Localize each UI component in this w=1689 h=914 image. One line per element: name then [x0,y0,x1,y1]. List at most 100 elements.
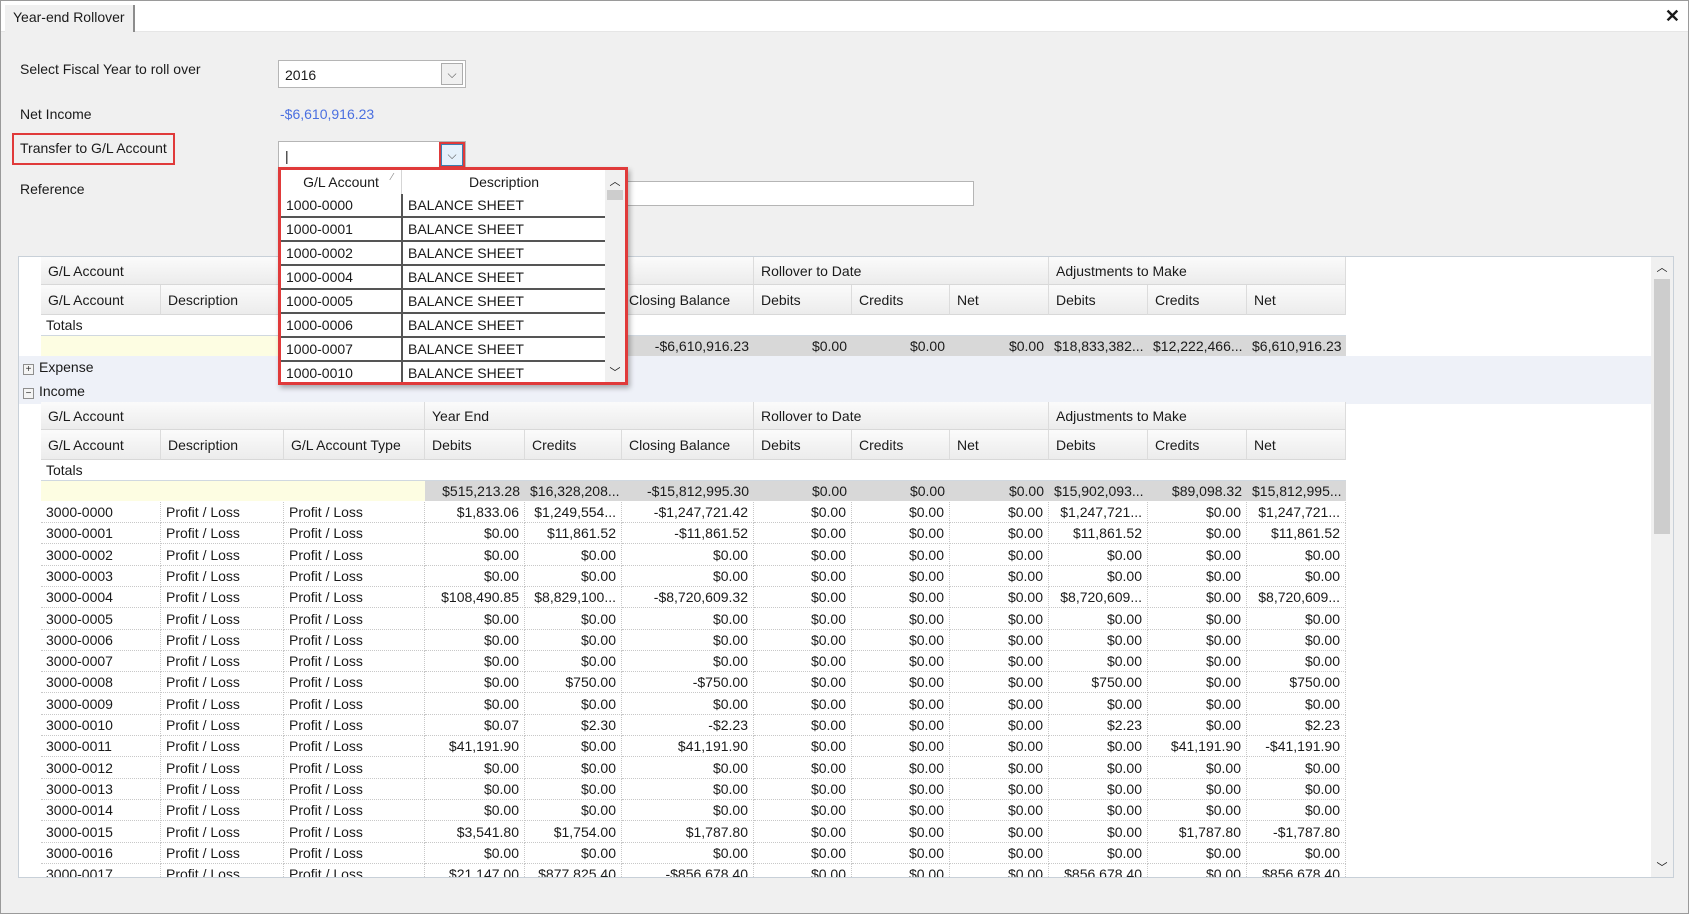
popup-gl-account: 1000-0006 [286,317,353,333]
popup-list-item[interactable]: 1000-0006 BALANCE SHEET [281,314,607,338]
group-header-2: Rollover to Date [754,257,1049,285]
popup-list-item[interactable]: 1000-0005 BALANCE SHEET [281,290,607,314]
popup-list-item[interactable]: 1000-0001 BALANCE SHEET [281,218,607,242]
transfer-gl-account-input[interactable]: | [285,148,289,164]
column-header-adj-credits[interactable]: Credits [1148,430,1247,460]
summary-gl-account-type [284,481,425,501]
cell-rtd-debits: $0.00 [754,651,852,673]
column-header-rtd-credits[interactable]: Credits [852,285,950,315]
popup-list-item[interactable]: 1000-0007 BALANCE SHEET [281,338,607,362]
popup-list-item[interactable]: 1000-0000 BALANCE SHEET [281,194,607,218]
cell-rtd-debits: $0.00 [754,821,852,843]
column-header-gl-account-type[interactable]: G/L Account Type [284,430,425,460]
column-header-rtd-net[interactable]: Net [950,285,1049,315]
column-header-adj-credits[interactable]: Credits [1148,285,1247,315]
popup-list-item[interactable]: 1000-0010 BALANCE SHEET [281,362,607,382]
popup-gl-account: 1000-0000 [286,197,353,213]
vertical-scrollbar[interactable]: ︿ ﹀ [1651,257,1673,877]
popup-header-description[interactable]: Description [402,170,607,194]
reference-input[interactable] [601,181,974,206]
cell-gl-account: 3000-0012 [41,757,161,779]
tab-year-end-rollover[interactable]: Year-end Rollover [5,5,135,32]
close-icon[interactable]: ✕ [1665,6,1680,27]
scrollbar-thumb[interactable] [607,190,623,200]
popup-description: BALANCE SHEET [408,293,524,309]
cell-description: Profit / Loss [161,651,284,673]
popup-scrollbar[interactable]: ︿ ﹀ [605,170,625,382]
cell-rtd-debits: $0.00 [754,757,852,779]
cell-adj-credits: $0.00 [1148,672,1247,694]
cell-adj-credits: $41,191.90 [1148,736,1247,758]
transfer-gl-account-combo[interactable]: | ⌵ [278,141,466,169]
chevron-down-icon[interactable]: ⌵ [441,63,463,85]
fiscal-year-select[interactable]: 2016 ⌵ [278,60,466,88]
column-header-rtd-credits[interactable]: Credits [852,430,950,460]
column-header-ye-debits[interactable]: Debits [425,430,525,460]
transfer-gl-account-label: Transfer to G/L Account [12,133,175,165]
cell-gl-account: 3000-0006 [41,629,161,651]
scrollbar-thumb[interactable] [1654,279,1670,534]
chevron-down-icon[interactable]: ⌵ [439,142,465,168]
group-label: Expense [39,359,94,375]
cell-description: Profit / Loss [161,587,284,609]
expand-plus-icon[interactable]: + [23,364,34,375]
column-header-adj-debits[interactable]: Debits [1049,430,1148,460]
popup-gl-account: 1000-0002 [286,245,353,261]
net-income-value: -$6,610,916.23 [280,106,375,122]
cell-rtd-net: $0.00 [950,651,1049,673]
cell-description: Profit / Loss [161,608,284,630]
cell-closing-balance: $1,787.80 [622,821,754,843]
column-header-adj-net[interactable]: Net [1247,430,1346,460]
scroll-down-icon[interactable]: ﹀ [605,364,625,380]
scroll-down-icon[interactable]: ﹀ [1651,859,1673,875]
column-header-description[interactable]: Description [161,430,284,460]
cell-adj-debits: $0.00 [1049,608,1148,630]
cell-rtd-net: $0.00 [950,864,1049,877]
cell-adj-net: $0.00 [1247,629,1346,651]
column-header-rtd-debits[interactable]: Debits [754,430,852,460]
popup-list-item[interactable]: 1000-0004 BALANCE SHEET [281,266,607,290]
cell-rtd-debits: $0.00 [754,565,852,587]
summary-adj-debits: $15,902,093... [1049,481,1148,501]
column-header-rtd-debits[interactable]: Debits [754,285,852,315]
cell-rtd-debits: $0.00 [754,715,852,736]
column-header-ye-credits[interactable]: Credits [525,430,622,460]
cell-ye-debits: $0.00 [425,651,525,673]
collapse-minus-icon[interactable]: − [23,388,34,399]
cell-adj-net: $0.00 [1247,544,1346,566]
column-header-adj-debits[interactable]: Debits [1049,285,1148,315]
cell-ye-debits: $108,490.85 [425,587,525,609]
group-row-income[interactable]: − Income [19,380,1652,404]
cell-adj-credits: $0.00 [1148,565,1247,587]
popup-list-item[interactable]: 1000-0002 BALANCE SHEET [281,242,607,266]
cell-rtd-debits: $0.00 [754,864,852,877]
cell-ye-credits: $877,825.40 [525,864,622,877]
summary-rtd-credits: $0.00 [852,481,950,501]
column-header-description[interactable]: Description [161,285,284,315]
cell-adj-net: $0.00 [1247,800,1346,822]
cell-closing-balance: -$2.23 [622,715,754,736]
column-header-gl-account[interactable]: G/L Account [41,430,161,460]
column-header-closing-balance[interactable]: Closing Balance [622,430,754,460]
cell-ye-debits: $0.00 [425,565,525,587]
scroll-up-icon[interactable]: ︿ [1651,259,1673,275]
cell-closing-balance: $0.00 [622,842,754,864]
column-header-gl-account[interactable]: G/L Account [41,285,161,315]
cell-gl-account-type: Profit / Loss [284,672,425,694]
cell-adj-credits: $0.00 [1148,842,1247,864]
cell-adj-net: -$1,787.80 [1247,821,1346,843]
group-row-expense[interactable]: + Expense [19,356,1652,380]
cell-adj-credits: $0.00 [1148,800,1247,822]
popup-header-gl-account[interactable]: G/L Account ⁄ [281,170,402,194]
scroll-up-icon[interactable]: ︿ [605,173,625,189]
summary-rtd-debits: $0.00 [754,481,852,501]
cell-rtd-net: $0.00 [950,523,1049,545]
cell-rtd-net: $0.00 [950,778,1049,800]
group-header-1: Year End [425,402,754,430]
cell-closing-balance: -$11,861.52 [622,523,754,545]
cell-rtd-net: $0.00 [950,821,1049,843]
cell-adj-credits: $0.00 [1148,757,1247,779]
column-header-rtd-net[interactable]: Net [950,430,1049,460]
column-header-adj-net[interactable]: Net [1247,285,1346,315]
column-header-closing-balance[interactable]: Closing Balance [622,285,754,315]
